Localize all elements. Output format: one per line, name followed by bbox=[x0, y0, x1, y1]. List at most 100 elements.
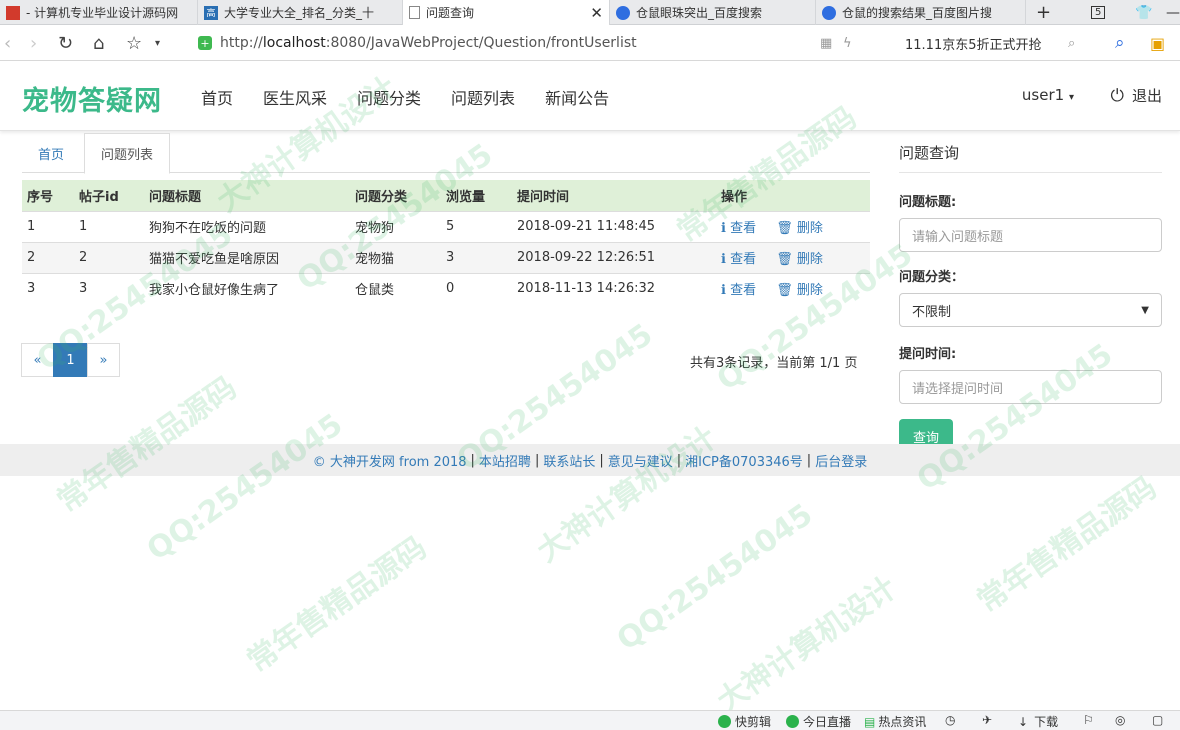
cell-title: 我家小仓鼠好像生病了 bbox=[144, 272, 350, 304]
column-header: 浏览量 bbox=[441, 180, 512, 211]
browser-icon[interactable]: ◎ bbox=[1115, 713, 1125, 727]
menu-item-doctors[interactable]: 医生风采 bbox=[263, 85, 327, 109]
footer-link-admin[interactable]: 后台登录 bbox=[815, 451, 867, 470]
download-icon: ↓ bbox=[1018, 714, 1029, 729]
window-icon[interactable]: ▢ bbox=[1152, 713, 1163, 727]
table-row: 3 3 我家小仓鼠好像生病了 仓鼠类 0 2018-11-13 14:26:32… bbox=[22, 272, 870, 304]
footer-link-icp[interactable]: 湘ICP备0703346号 bbox=[685, 451, 803, 470]
title-label: 问题标题: bbox=[899, 195, 957, 210]
user-menu[interactable]: user1 ▾ bbox=[1022, 86, 1074, 104]
site-favicon-icon bbox=[6, 5, 20, 20]
clock-icon[interactable]: ◷ bbox=[945, 713, 955, 727]
page-button-current[interactable]: 1 bbox=[53, 343, 88, 377]
browser-tab-active[interactable]: 问题查询 ✕ bbox=[403, 0, 610, 26]
minimize-icon[interactable]: — bbox=[1166, 0, 1180, 25]
view-link[interactable]: ℹ 查看 bbox=[721, 283, 756, 298]
menu-item-news[interactable]: 新闻公告 bbox=[545, 85, 609, 109]
dropdown-icon[interactable]: ▾ bbox=[155, 25, 160, 61]
home-icon[interactable]: ⌂ bbox=[93, 25, 104, 61]
play-icon bbox=[718, 715, 731, 728]
prev-page-button[interactable]: « bbox=[21, 343, 54, 377]
watermark: 大神计算机设计 bbox=[530, 420, 724, 570]
cell-time: 2018-11-13 14:26:32 bbox=[512, 272, 716, 304]
site-footer: © 大神开发网 from 2018 | 本站招聘 | 联系站长 | 意见与建议 | 湘I… bbox=[0, 444, 1180, 476]
cell-post-id: 1 bbox=[74, 210, 144, 242]
menu-item-home[interactable]: 首页 bbox=[201, 85, 233, 109]
footer-link-contact[interactable]: 联系站长 bbox=[543, 451, 595, 470]
footer-copyright[interactable]: © 大神开发网 from 2018 bbox=[313, 451, 467, 470]
url-field[interactable]: + http://localhost:8080/JavaWebProject/Q… bbox=[190, 29, 895, 57]
news-icon: ▤ bbox=[864, 714, 876, 729]
baidu-paw-icon bbox=[822, 5, 836, 20]
menu-item-categories[interactable]: 问题分类 bbox=[357, 85, 421, 109]
browser-status-bar: 快剪辑 今日直播 ▤ 热点资讯 ◷ ✈ ↓ 下载 ⚐ ◎ ▢ bbox=[0, 710, 1180, 730]
category-select[interactable]: 不限制 ▼ bbox=[899, 293, 1162, 327]
new-tab-icon[interactable]: + bbox=[1036, 0, 1051, 25]
browser-tab[interactable]: 仓鼠的搜索结果_百度图片搜 bbox=[816, 0, 1026, 25]
back-icon[interactable]: ‹ bbox=[4, 25, 11, 61]
lightning-icon[interactable]: ϟ bbox=[843, 25, 852, 61]
security-shield-icon: + bbox=[198, 36, 212, 50]
view-link[interactable]: ℹ 查看 bbox=[721, 252, 756, 267]
menu-item-question-list[interactable]: 问题列表 bbox=[451, 85, 515, 109]
watermark: 常年售精品源码 bbox=[970, 470, 1164, 620]
browser-tab[interactable]: 高 大学专业大全_排名_分类_十 bbox=[198, 0, 403, 25]
browser-search-field[interactable]: 11.11京东5折正式开抢 bbox=[895, 29, 1095, 57]
column-header: 序号 bbox=[22, 180, 74, 211]
column-header: 问题分类 bbox=[350, 180, 441, 211]
delete-link[interactable]: 🗑 删除 bbox=[776, 252, 823, 267]
bookmark-star-icon[interactable]: ☆ bbox=[126, 25, 142, 61]
reload-icon[interactable]: ↻ bbox=[58, 25, 73, 61]
browser-tab[interactable]: 仓鼠眼珠突出_百度搜索 bbox=[610, 0, 816, 25]
status-item[interactable]: ▤ 热点资讯 bbox=[864, 713, 926, 730]
info-icon: ℹ bbox=[721, 252, 731, 267]
delete-link[interactable]: 🗑 删除 bbox=[776, 283, 823, 298]
delete-link[interactable]: 🗑 删除 bbox=[776, 221, 823, 236]
pagination: « 1 » bbox=[21, 343, 120, 377]
view-link[interactable]: ℹ 查看 bbox=[721, 221, 756, 236]
pin-icon[interactable]: ✈ bbox=[982, 713, 992, 727]
footer-link-feedback[interactable]: 意见与建议 bbox=[608, 451, 673, 470]
qr-icon[interactable]: ▦ bbox=[820, 25, 832, 61]
site-logo[interactable]: 宠物答疑网 bbox=[22, 79, 162, 118]
trash-icon: 🗑 bbox=[776, 252, 797, 267]
power-icon: ⏻ bbox=[1110, 85, 1124, 106]
tab-count-button[interactable]: 5 bbox=[1091, 0, 1106, 25]
shirt-icon[interactable]: 👕 bbox=[1135, 0, 1152, 25]
address-bar: ‹ › ↻ ⌂ ☆ ▾ + http://localhost:8080/Java… bbox=[0, 25, 1180, 61]
search-panel-title: 问题查询 bbox=[899, 133, 1162, 173]
close-tab-icon[interactable]: ✕ bbox=[590, 4, 603, 22]
cell-actions: ℹ 查看 🗑 删除 bbox=[716, 241, 870, 273]
caret-down-icon: ▾ bbox=[1068, 92, 1074, 103]
title-search-input[interactable]: 请输入问题标题 bbox=[899, 218, 1162, 252]
search-magnifier-icon[interactable]: ⌕ bbox=[1115, 25, 1125, 61]
column-header: 提问时间 bbox=[512, 180, 716, 211]
watermark: QQ:25454045 bbox=[610, 497, 820, 658]
site-favicon-icon: 高 bbox=[204, 5, 218, 20]
cell-time: 2018-09-21 11:48:45 bbox=[512, 210, 716, 242]
search-icon[interactable]: ⌕ bbox=[1068, 25, 1075, 61]
breadcrumb: 首页 问题列表 bbox=[22, 133, 870, 174]
cell-category: 宠物猫 bbox=[350, 241, 441, 273]
time-label: 提问时间: bbox=[899, 347, 957, 362]
cell-actions: ℹ 查看 🗑 删除 bbox=[716, 210, 870, 242]
info-icon: ℹ bbox=[721, 221, 731, 236]
table-row: 1 1 狗狗不在吃饭的问题 宠物狗 5 2018-09-21 11:48:45 … bbox=[22, 210, 870, 242]
browser-tab[interactable]: - 计算机专业毕业设计源码网 bbox=[0, 0, 198, 25]
status-item[interactable]: 快剪辑 bbox=[718, 713, 771, 730]
apps-grid-icon[interactable]: ▣ bbox=[1150, 25, 1165, 61]
time-picker-input[interactable]: 请选择提问时间 bbox=[899, 370, 1162, 404]
cell-index: 2 bbox=[22, 241, 74, 273]
forward-icon[interactable]: › bbox=[30, 25, 37, 61]
flag-icon[interactable]: ⚐ bbox=[1083, 713, 1094, 727]
next-page-button[interactable]: » bbox=[87, 343, 120, 377]
status-item[interactable]: 今日直播 bbox=[786, 713, 851, 730]
watermark: 大神计算机设计 bbox=[710, 570, 904, 720]
breadcrumb-home[interactable]: 首页 bbox=[38, 133, 64, 173]
footer-link-jobs[interactable]: 本站招聘 bbox=[479, 451, 531, 470]
cell-category: 仓鼠类 bbox=[350, 272, 441, 304]
status-item[interactable]: ↓ 下载 bbox=[1018, 713, 1058, 730]
logout-button[interactable]: ⏻ 退出 bbox=[1111, 85, 1162, 106]
cell-post-id: 2 bbox=[74, 241, 144, 273]
column-header: 问题标题 bbox=[144, 180, 350, 211]
